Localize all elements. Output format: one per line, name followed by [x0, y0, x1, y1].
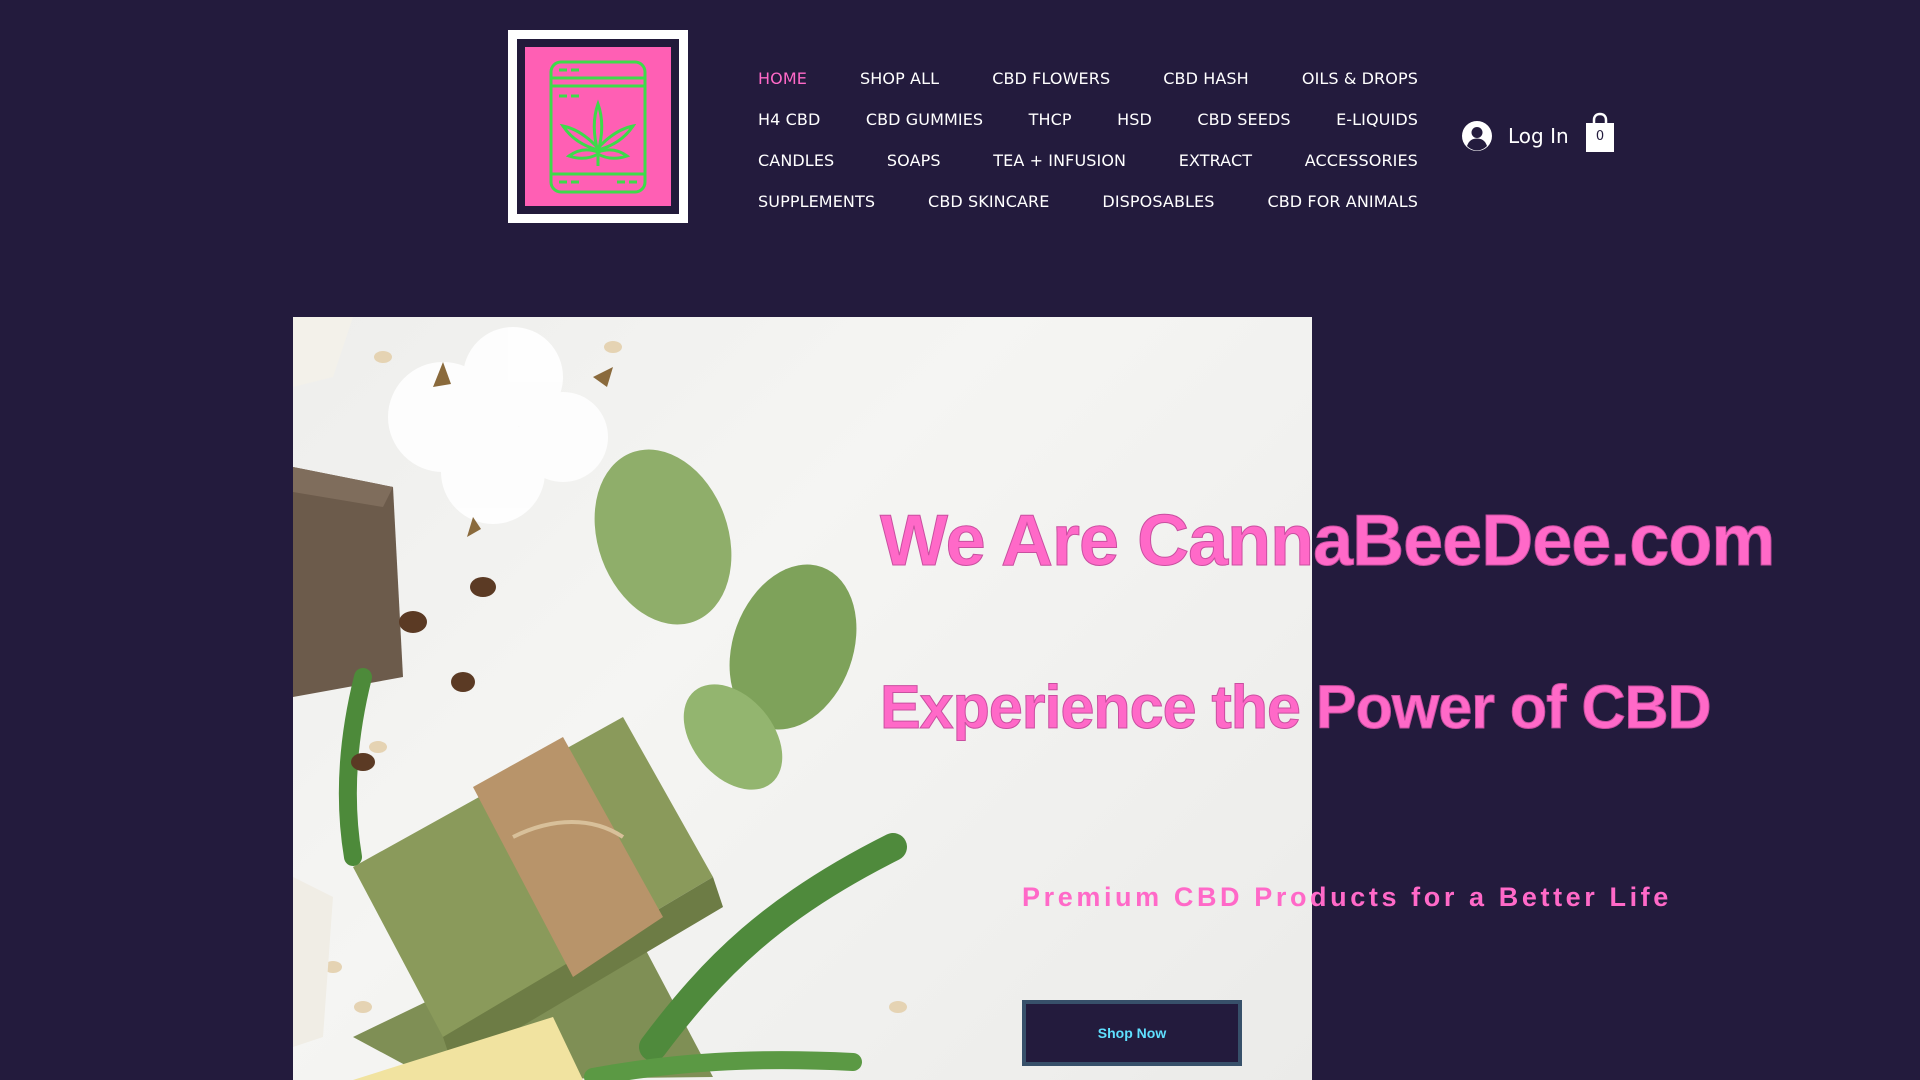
nav-item-cbd-seeds[interactable]: CBD SEEDS	[1197, 110, 1290, 129]
cart-count: 0	[1595, 129, 1605, 144]
nav-item-accessories[interactable]: ACCESSORIES	[1305, 151, 1418, 170]
nav-item-candles[interactable]: CANDLES	[758, 151, 834, 170]
nav-item-shop-all[interactable]: SHOP ALL	[860, 69, 939, 88]
nav-item-cbd-for-animals[interactable]: CBD FOR ANIMALS	[1267, 192, 1418, 211]
nav-item-hsd[interactable]: HSD	[1117, 110, 1152, 129]
nav-item-cbd-hash[interactable]: CBD HASH	[1163, 69, 1249, 88]
nav-item-disposables[interactable]: DISPOSABLES	[1102, 192, 1214, 211]
nav-item-extract[interactable]: EXTRACT	[1179, 151, 1252, 170]
cart-button[interactable]: 0	[1584, 112, 1616, 154]
nav-item-cbd-flowers[interactable]: CBD FLOWERS	[992, 69, 1110, 88]
nav-item-tea-infusion[interactable]: TEA + INFUSION	[993, 151, 1126, 170]
logo-background	[525, 47, 671, 206]
nav-item-soaps[interactable]: SOAPS	[887, 151, 941, 170]
hero-tagline: Premium CBD Products for a Better Life	[1022, 882, 1672, 912]
nav-item-h4-cbd[interactable]: H4 CBD	[758, 110, 820, 129]
nav-item-supplements[interactable]: SUPPLEMENTS	[758, 192, 875, 211]
site-logo[interactable]	[508, 30, 688, 223]
nav-item-cbd-skincare[interactable]: CBD SKINCARE	[928, 192, 1049, 211]
nav-row-1: HOME SHOP ALL CBD FLOWERS CBD HASH OILS …	[758, 58, 1418, 99]
logo-frame	[517, 39, 679, 214]
main-navigation: HOME SHOP ALL CBD FLOWERS CBD HASH OILS …	[758, 58, 1418, 222]
hero-subtitle: Experience the Power of CBD	[880, 673, 1713, 742]
nav-item-home[interactable]: HOME	[758, 69, 807, 88]
nav-item-oils-drops[interactable]: OILS & DROPS	[1302, 69, 1418, 88]
cannabis-jar-icon	[549, 60, 647, 193]
nav-row-2: H4 CBD CBD GUMMIES THCP HSD CBD SEEDS E-…	[758, 99, 1418, 140]
nav-item-e-liquids[interactable]: E-LIQUIDS	[1336, 110, 1418, 129]
hero-title: We Are CannaBeeDee.com	[879, 501, 1775, 582]
nav-item-cbd-gummies[interactable]: CBD GUMMIES	[866, 110, 983, 129]
login-button[interactable]: Log In	[1462, 121, 1569, 151]
shop-now-button[interactable]: Shop Now	[1022, 1000, 1242, 1066]
login-label: Log In	[1508, 124, 1569, 148]
nav-row-3: CANDLES SOAPS TEA + INFUSION EXTRACT ACC…	[758, 140, 1418, 181]
user-avatar-icon	[1462, 121, 1492, 151]
nav-row-4: SUPPLEMENTS CBD SKINCARE DISPOSABLES CBD…	[758, 181, 1418, 222]
nav-item-thcp[interactable]: THCP	[1029, 110, 1072, 129]
site-header: HOME SHOP ALL CBD FLOWERS CBD HASH OILS …	[0, 0, 1920, 260]
